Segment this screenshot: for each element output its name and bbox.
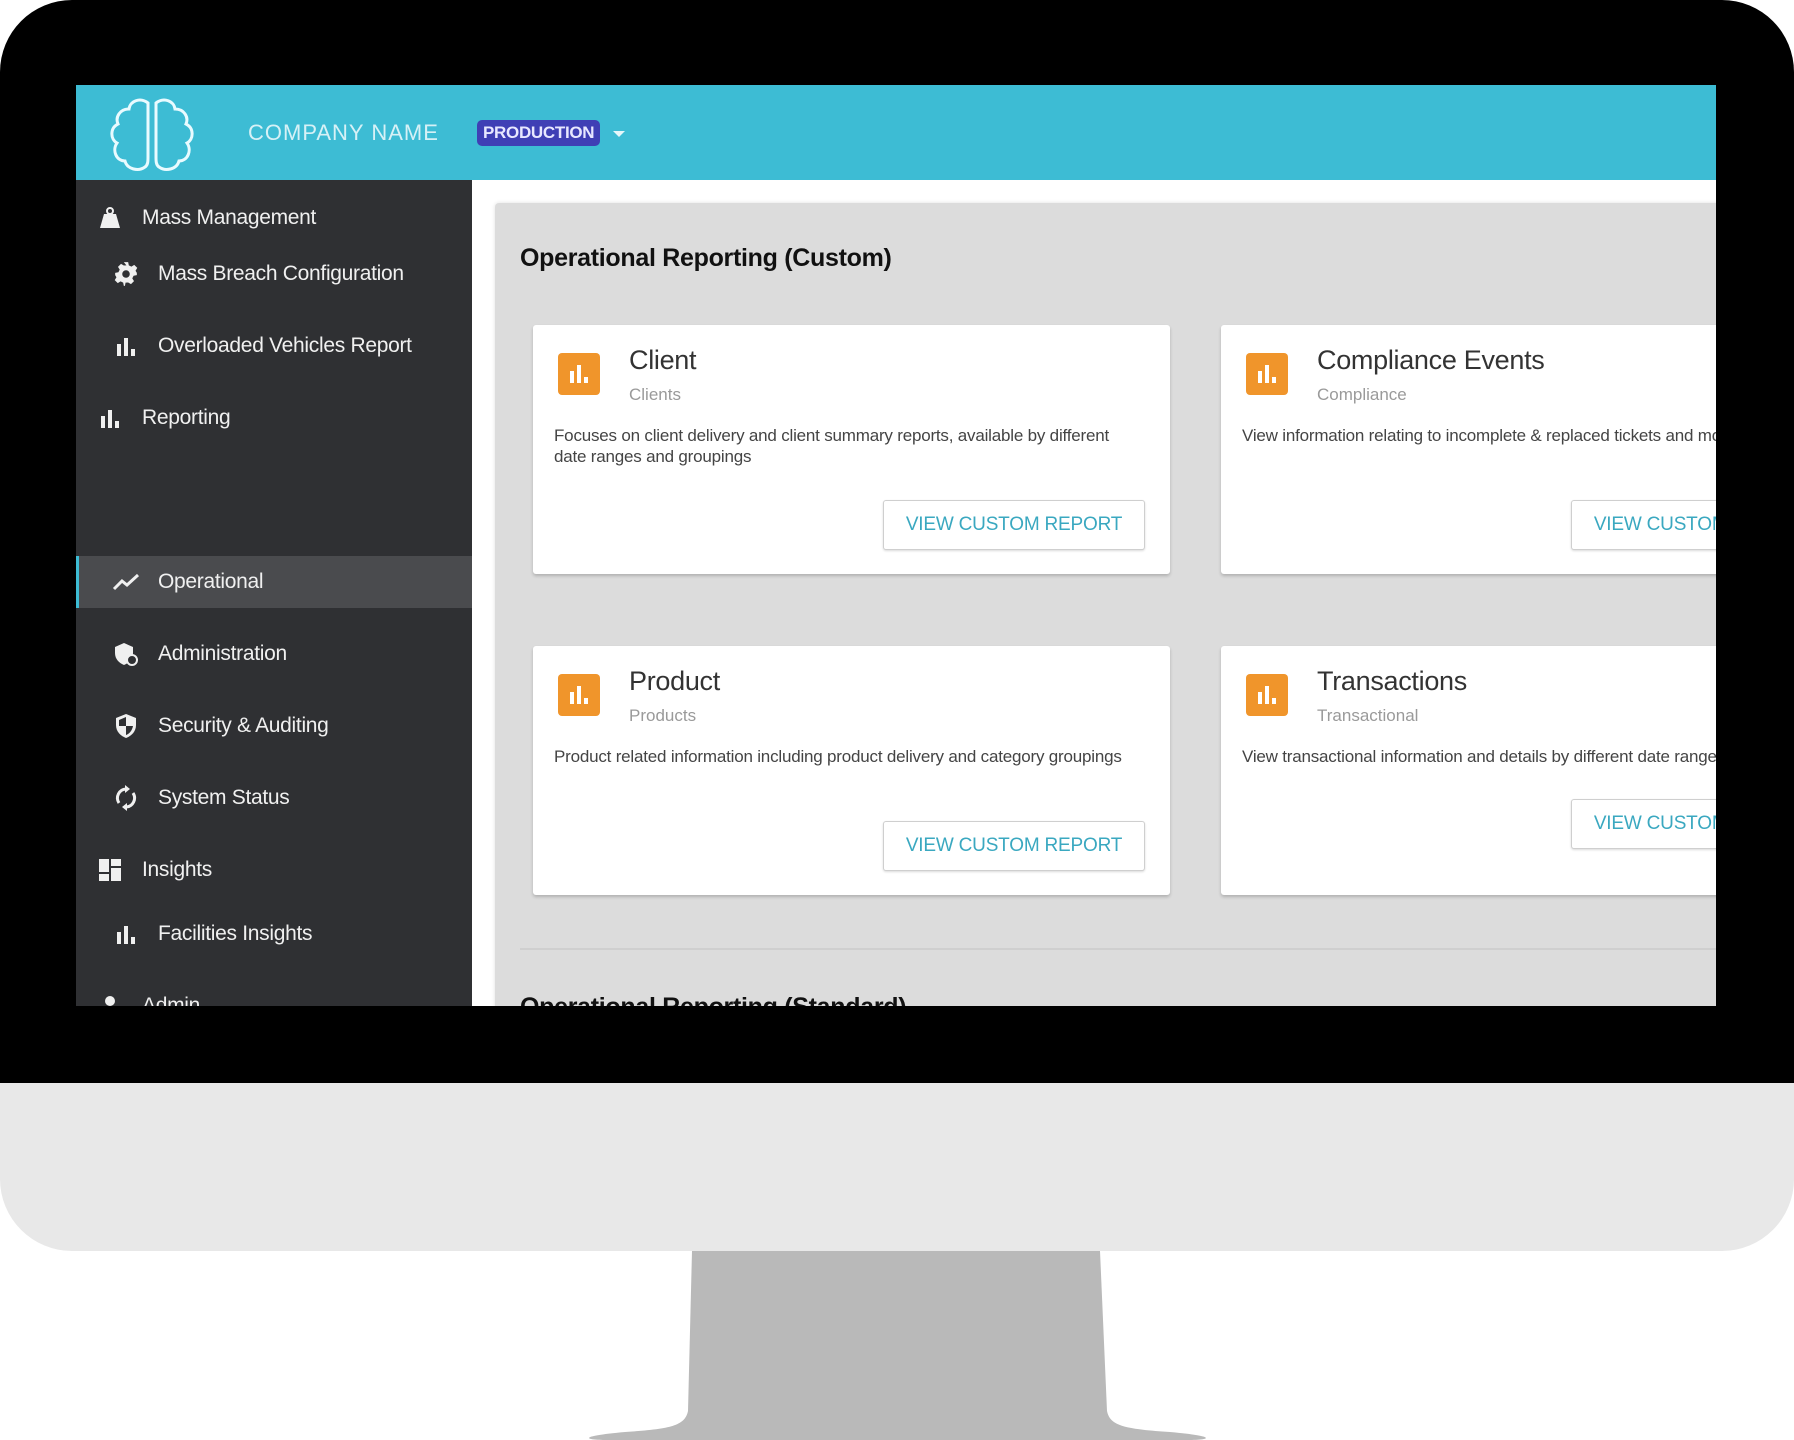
monitor-stand — [589, 1251, 1206, 1440]
weight-icon — [96, 204, 124, 232]
bar-chart-icon — [558, 353, 600, 395]
card-title: Client — [629, 345, 697, 375]
card-subtitle: Transactional — [1317, 706, 1419, 725]
sidebar-item-mass-management[interactable]: Mass Management — [76, 192, 472, 244]
gear-icon — [112, 260, 140, 288]
bar-chart-icon — [558, 674, 600, 716]
view-custom-report-button[interactable]: VIEW CUSTOM REPORT — [1571, 500, 1716, 550]
sidebar-item-label: Overloaded Vehicles Report — [158, 334, 412, 357]
top-header: COMPANY NAME PRODUCTION — [76, 85, 1716, 180]
sidebar-item-admin[interactable]: Admin — [76, 980, 472, 1006]
sidebar-item-label: Administration — [158, 642, 287, 665]
section-title-custom: Operational Reporting (Custom) — [520, 244, 892, 272]
report-card-transactions: Transactions Transactional View transact… — [1221, 646, 1716, 895]
section-divider — [520, 948, 1716, 950]
section-title-standard: Operational Reporting (Standard) — [520, 993, 907, 1006]
brain-logo-icon[interactable] — [104, 95, 200, 175]
trending-icon — [112, 568, 140, 596]
admin-shield-icon — [112, 640, 140, 668]
report-card-client: Client Clients Focuses on client deliver… — [533, 325, 1170, 574]
company-name: COMPANY NAME — [248, 120, 439, 145]
sidebar: Mass Management Mass Breach Configuratio… — [76, 180, 472, 1006]
sidebar-item-label: Admin — [142, 994, 201, 1006]
security-shield-icon — [112, 712, 140, 740]
bar-chart-icon — [96, 404, 124, 432]
sidebar-item-facilities-insights[interactable]: Facilities Insights — [76, 908, 472, 960]
environment-badge[interactable]: PRODUCTION — [477, 120, 601, 146]
view-custom-report-button[interactable]: VIEW CUSTOM REPORT — [883, 500, 1145, 550]
sidebar-item-label: Insights — [142, 858, 212, 881]
card-subtitle: Compliance — [1317, 385, 1407, 404]
card-title: Transactions — [1317, 666, 1467, 696]
sidebar-item-reporting[interactable]: Reporting — [76, 392, 472, 444]
monitor-chin — [0, 1083, 1794, 1251]
sidebar-item-operational[interactable]: Operational — [76, 556, 472, 608]
card-description: View transactional information and detai… — [1242, 747, 1716, 766]
report-card-product: Product Products Product related informa… — [533, 646, 1170, 895]
sidebar-item-insights[interactable]: Insights — [76, 844, 472, 896]
sidebar-item-label: System Status — [158, 786, 290, 809]
sidebar-item-security-auditing[interactable]: Security & Auditing — [76, 700, 472, 752]
sidebar-item-label: Reporting — [142, 406, 231, 429]
card-description: Product related information including pr… — [554, 747, 1122, 766]
report-card-compliance-events: Compliance Events Compliance View inform… — [1221, 325, 1716, 574]
sidebar-item-label: Facilities Insights — [158, 922, 313, 945]
card-title: Product — [629, 666, 720, 696]
bar-chart-icon — [1246, 674, 1288, 716]
card-subtitle: Clients — [629, 385, 681, 404]
view-custom-report-button[interactable]: VIEW CUSTOM REPORT — [883, 821, 1145, 871]
card-description: Focuses on client delivery and client su… — [554, 426, 1110, 466]
person-icon — [96, 992, 124, 1006]
sidebar-item-administration[interactable]: Administration — [76, 628, 472, 680]
main-content: Operational Reporting (Custom) Client Cl… — [472, 180, 1716, 1006]
card-subtitle: Products — [629, 706, 697, 725]
sidebar-item-label: Operational — [158, 570, 264, 593]
bar-chart-icon — [112, 920, 140, 948]
sidebar-item-label: Security & Auditing — [158, 714, 329, 737]
sidebar-item-label: Mass Management — [142, 206, 317, 229]
sidebar-item-overloaded-vehicles-report[interactable]: Overloaded Vehicles Report — [76, 320, 472, 372]
dashboard-icon — [96, 856, 124, 884]
reporting-panel: Operational Reporting (Custom) Client Cl… — [495, 203, 1716, 1006]
chevron-down-icon[interactable] — [613, 131, 625, 137]
sync-icon — [112, 784, 140, 812]
bar-chart-icon — [112, 332, 140, 360]
sidebar-item-system-status[interactable]: System Status — [76, 772, 472, 824]
card-title: Compliance Events — [1317, 345, 1545, 375]
app-screen: COMPANY NAME PRODUCTION Mass Management … — [76, 85, 1716, 1006]
view-custom-report-button[interactable]: VIEW CUSTOM REPORT — [1571, 799, 1716, 849]
sidebar-item-label: Mass Breach Configuration — [158, 262, 404, 285]
card-description: View information relating to incomplete … — [1242, 426, 1716, 445]
sidebar-item-mass-breach-configuration[interactable]: Mass Breach Configuration — [76, 248, 472, 300]
bar-chart-icon — [1246, 353, 1288, 395]
